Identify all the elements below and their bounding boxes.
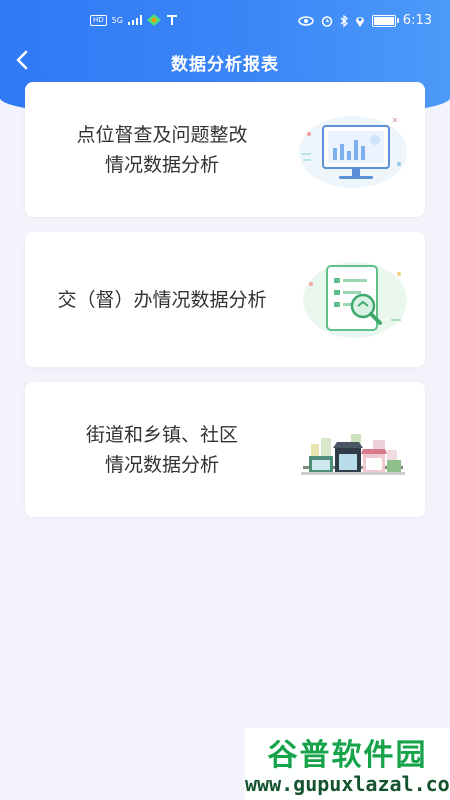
location-icon bbox=[355, 16, 364, 27]
status-right: 6:13 bbox=[298, 13, 432, 28]
battery-icon bbox=[371, 14, 399, 27]
card-label: 点位督查及问题整改 情况数据分析 bbox=[37, 82, 287, 217]
bluetooth-icon bbox=[340, 14, 348, 27]
watermark-title: 谷普软件园 bbox=[267, 738, 428, 773]
nav-bar: 数据分析报表 bbox=[0, 44, 450, 76]
network-label: 5G bbox=[111, 15, 123, 25]
card-point-inspection-analysis[interactable]: 点位督查及问题整改 情况数据分析 bbox=[25, 82, 425, 217]
hd-badge: HD bbox=[90, 14, 107, 26]
page-title: 数据分析报表 bbox=[171, 55, 279, 75]
watermark-url: www.gupuxlazal.com bbox=[245, 772, 450, 796]
battery-fill bbox=[373, 16, 394, 25]
card-label-line1: 交（督）办情况数据分析 bbox=[57, 288, 267, 311]
alarm-icon bbox=[321, 15, 333, 27]
card-label-line1: 街道和乡镇、社区 bbox=[85, 423, 238, 446]
card-label-line2: 情况数据分析 bbox=[104, 153, 219, 176]
status-left: HD 5G bbox=[90, 14, 178, 26]
card-supervision-handling-analysis[interactable]: 交（督）办情况数据分析 bbox=[25, 232, 425, 367]
site-watermark: 谷普软件园 www.gupuxlazal.com bbox=[245, 728, 450, 800]
card-label: 交（督）办情况数据分析 bbox=[37, 232, 287, 367]
town-buildings-illustration bbox=[301, 434, 405, 475]
card-street-community-analysis[interactable]: 街道和乡镇、社区 情况数据分析 bbox=[25, 382, 425, 517]
app-notification-icon bbox=[146, 14, 161, 26]
t-app-icon bbox=[166, 15, 177, 25]
card-label: 街道和乡镇、社区 情况数据分析 bbox=[37, 382, 287, 517]
card-label-line2: 情况数据分析 bbox=[104, 453, 219, 476]
clock-time: 6:13 bbox=[402, 13, 432, 28]
document-search-illustration bbox=[303, 262, 407, 338]
monitor-chart-illustration bbox=[299, 116, 407, 188]
eye-icon bbox=[298, 15, 314, 26]
status-bar: HD 5G 6:13 bbox=[0, 0, 450, 44]
card-label-line1: 点位督查及问题整改 bbox=[76, 123, 248, 146]
signal-icon bbox=[127, 15, 142, 25]
